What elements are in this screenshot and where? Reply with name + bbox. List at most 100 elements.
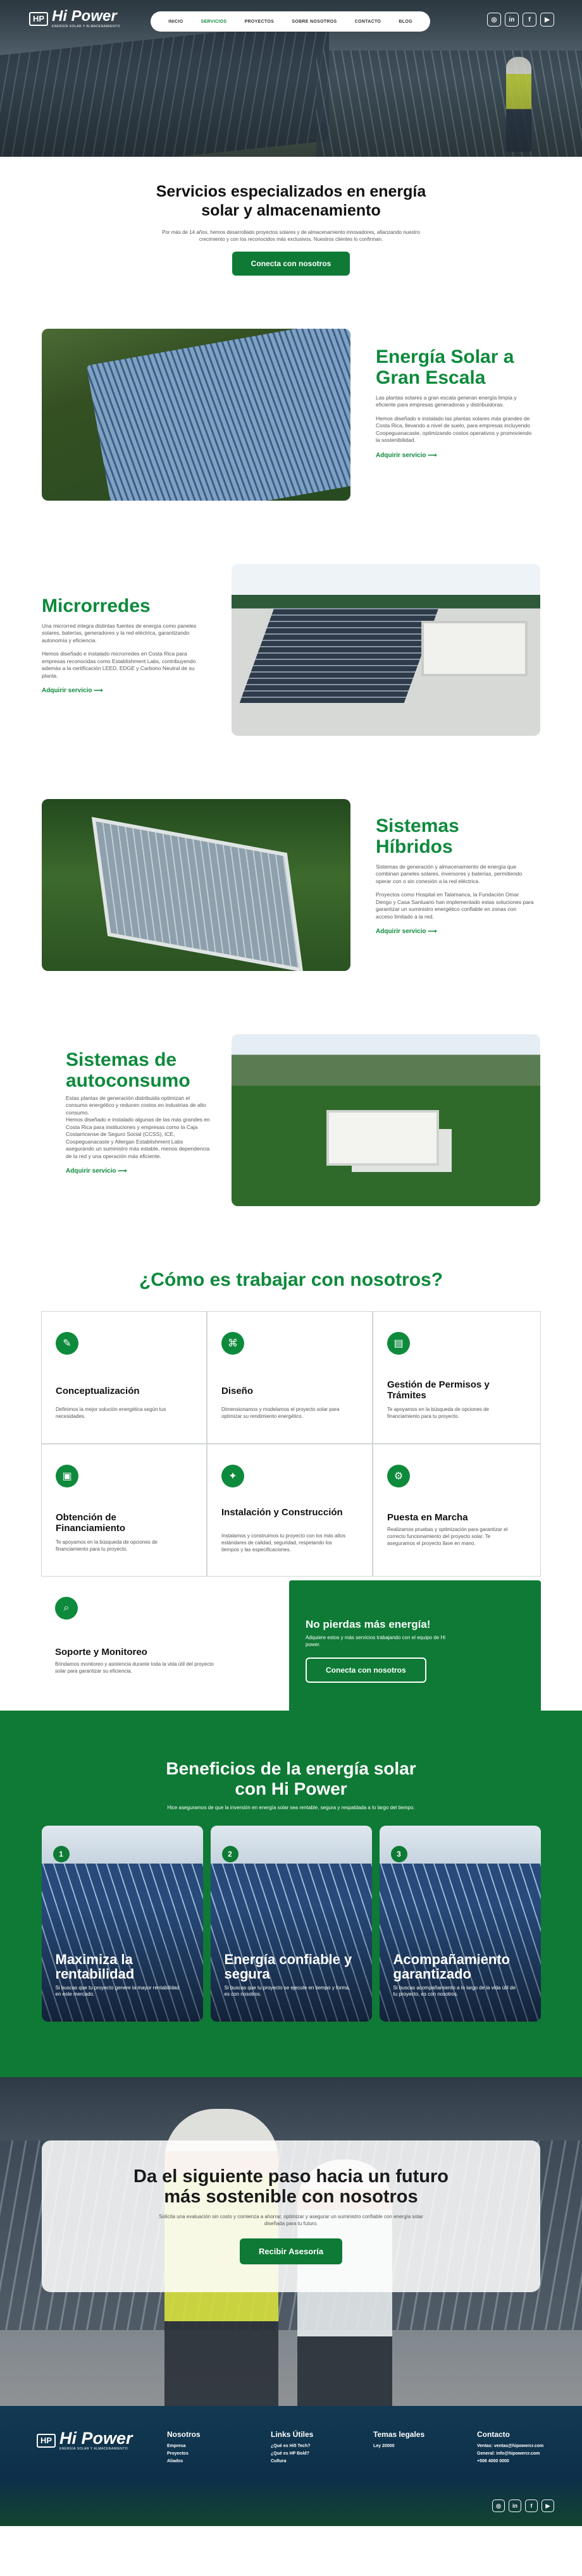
footer-link[interactable]: Empresa [167, 2444, 201, 2448]
footer-col-contacto: Contacto Ventas: ventas@hipowercr.com Ge… [477, 2430, 543, 2467]
step-title: Obtención de Financiamiento [56, 1512, 126, 1534]
next-step-section: Da el siguiente paso hacia un futuro más… [0, 2077, 582, 2406]
footer-link[interactable]: ¿Qué es Hi5 Tech? [271, 2444, 313, 2448]
step-title: Gestión de Permisos y Trámites [387, 1379, 490, 1401]
benefit-card: 3 Acompañamiento garantizado Si buscas a… [379, 1825, 541, 2022]
step-card: ⚙ Puesta en Marcha Realizamos pruebas y … [373, 1444, 541, 1577]
step-card: ✦ Instalación y Construcción Instalamos … [207, 1444, 373, 1577]
service-image-selfconsumption [232, 1034, 540, 1206]
footer-link[interactable]: Ley 20000 [373, 2444, 424, 2448]
benefit-title: Energía confiable y segura [224, 1951, 352, 1982]
nav-blog[interactable]: BLOG [399, 20, 412, 24]
service-desc-1: Las plantas solares a gran escala genera… [376, 394, 517, 408]
service-link[interactable]: Adquirir servicio ⟶ [42, 687, 103, 694]
service-title: Energía Solar a Gran Escala [376, 346, 514, 388]
youtube-icon[interactable]: ▶ [542, 2500, 554, 2512]
advice-button[interactable]: Recibir Asesoría [239, 2238, 343, 2265]
steps-grid: ✎ Conceptualización Definimos la mejor s… [41, 1311, 541, 1713]
step-card: ▤ Gestión de Permisos y Trámites Te apoy… [373, 1311, 541, 1444]
service-desc-2: Hemos diseñado e instalado las plantas s… [376, 415, 532, 444]
youtube-icon[interactable]: ▶ [540, 13, 554, 27]
pencil-icon: ✎ [56, 1332, 78, 1355]
cta-text: Adquiere estos y más servicios trabajand… [306, 1635, 446, 1647]
service-desc-1: Estas plantas de generación distribuida … [66, 1095, 206, 1116]
linkedin-icon[interactable]: in [505, 13, 519, 27]
step-text: Realizamos pruebas y optimización para g… [387, 1527, 508, 1546]
step-text: Dimensionamos y modelamos el proyecto so… [221, 1407, 340, 1419]
cta-title: No pierdas más energía! [306, 1618, 431, 1630]
step-text: Definimos la mejor solución energética s… [56, 1407, 166, 1419]
nav-servicios[interactable]: SERVICIOS [201, 20, 227, 24]
step-title: Soporte y Monitoreo [55, 1647, 147, 1657]
footer-link[interactable]: Proyectos [167, 2451, 201, 2456]
step-card: ✎ Conceptualización Definimos la mejor s… [41, 1311, 207, 1444]
footer-contact-sales[interactable]: Ventas: ventas@hipowercr.com [477, 2444, 543, 2448]
wrench-icon: ✦ [221, 1465, 244, 1487]
footer-contact-general[interactable]: General: info@hipowercr.com [477, 2451, 543, 2456]
benefit-text: Si buscas acompañamiento a lo largo de l… [393, 1984, 516, 1997]
step-card: ⌕ Soporte y Monitoreo Brindamos monitore… [41, 1577, 289, 1709]
service-desc-1: Sistemas de generación y almacenamiento … [376, 864, 523, 884]
step-text: Te apoyamos en la búsqueda de opciones d… [56, 1539, 158, 1552]
service-sistemas-hibridos: Sistemas Híbridos Sistemas de generación… [0, 799, 582, 971]
instagram-icon[interactable]: ◎ [487, 13, 501, 27]
footer-social-links: ◎ in f ▶ [492, 2500, 554, 2512]
footer-logo[interactable]: HP Hi Power ENERGÍA SOLAR Y ALMACENAMIEN… [37, 2430, 133, 2451]
cta-contact-button[interactable]: Conecta con nosotros [306, 1657, 426, 1683]
gear-icon: ⚙ [387, 1465, 410, 1487]
nav-proyectos[interactable]: PROYECTOS [245, 20, 275, 24]
how-we-work-section: ¿Cómo es trabajar con nosotros? ✎ Concep… [0, 1206, 582, 1713]
footer-link[interactable]: ¿Qué es HP Bold? [271, 2451, 313, 2456]
benefit-card: 2 Energía confiable y segura Si buscas q… [210, 1825, 372, 2022]
linkedin-icon[interactable]: in [509, 2500, 521, 2512]
facebook-icon[interactable]: f [523, 13, 536, 27]
search-icon: ⌕ [55, 1597, 78, 1620]
benefit-number: 1 [53, 1845, 70, 1862]
service-image-microgrid [232, 564, 540, 736]
step-text: Brindamos monitoreo y asistencia durante… [55, 1661, 214, 1674]
intro-text: Por más de 14 años, hemos desarrollado p… [162, 229, 420, 243]
logo-mark: HP [29, 11, 48, 26]
footer-contact-phone[interactable]: +506 4000 0000 [477, 2459, 543, 2463]
intro-title: Servicios especializados en energía sola… [156, 183, 426, 219]
brand-logo[interactable]: HP Hi Power ENERGÍA SOLAR Y ALMACENAMIEN… [29, 9, 120, 28]
next-step-text: Solicita una evaluación sin costo y comi… [159, 2213, 423, 2226]
intro-contact-button[interactable]: Conecta con nosotros [232, 252, 350, 276]
wallet-icon: ▣ [56, 1465, 78, 1487]
service-link[interactable]: Adquirir servicio ⟶ [376, 928, 437, 935]
step-text: Te apoyamos en la búsqueda de opciones d… [387, 1407, 490, 1419]
instagram-icon[interactable]: ◎ [492, 2500, 505, 2512]
cta-box: No pierdas más energía! Adquiere estos y… [289, 1580, 541, 1713]
service-title: Sistemas de autoconsumo [66, 1049, 190, 1091]
service-desc-1: Una microrred integra distintas fuentes … [42, 623, 197, 644]
main-nav: INICIO SERVICIOS PROYECTOS SOBRE NOSOTRO… [151, 11, 430, 32]
service-title: Sistemas Híbridos [376, 815, 459, 857]
step-title: Diseño [221, 1386, 254, 1396]
service-desc-2: Hemos diseñado e instalado algunas de la… [66, 1116, 210, 1159]
hero-banner: HP Hi Power ENERGÍA SOLAR Y ALMACENAMIEN… [0, 0, 582, 157]
footer-col-title: Temas legales [373, 2430, 425, 2439]
footer-link[interactable]: Cultura [271, 2459, 313, 2463]
benefit-text: Si buscas que tu proyecto genere la mayo… [55, 1984, 180, 1997]
benefits-title: Beneficios de la energía solar con Hi Po… [166, 1759, 416, 1799]
nav-inicio[interactable]: INICIO [168, 20, 183, 24]
step-title: Puesta en Marcha [387, 1512, 468, 1523]
brand-tagline: ENERGÍA SOLAR Y ALMACENAMIENTO [52, 25, 121, 28]
nav-sobre-nosotros[interactable]: SOBRE NOSOTROS [292, 20, 337, 24]
benefits-subtitle: Hice aseguramos de que la inversión en e… [167, 1805, 415, 1811]
footer: HP Hi Power ENERGÍA SOLAR Y ALMACENAMIEN… [0, 2406, 582, 2526]
service-image-hybrid [42, 799, 350, 971]
nav-contacto[interactable]: CONTACTO [355, 20, 381, 24]
service-link[interactable]: Adquirir servicio ⟶ [376, 452, 437, 459]
footer-link[interactable]: Aliados [167, 2459, 201, 2463]
service-link[interactable]: Adquirir servicio ⟶ [66, 1168, 127, 1175]
document-icon: ▤ [387, 1332, 410, 1355]
footer-col-title: Nosotros [167, 2430, 201, 2439]
facebook-icon[interactable]: f [525, 2500, 538, 2512]
benefit-cards: 1 Maximiza la rentabilidad Si buscas que… [0, 1825, 582, 2022]
service-solar-gran-escala: Energía Solar a Gran Escala Las plantas … [0, 329, 582, 501]
step-card: ⌘ Diseño Dimensionamos y modelamos el pr… [207, 1311, 373, 1444]
benefits-section: Beneficios de la energía solar con Hi Po… [0, 1711, 582, 2077]
benefit-text: Si buscas que tu proyecto se ejecute en … [224, 1984, 350, 1997]
benefit-title: Maximiza la rentabilidad [55, 1951, 135, 1982]
